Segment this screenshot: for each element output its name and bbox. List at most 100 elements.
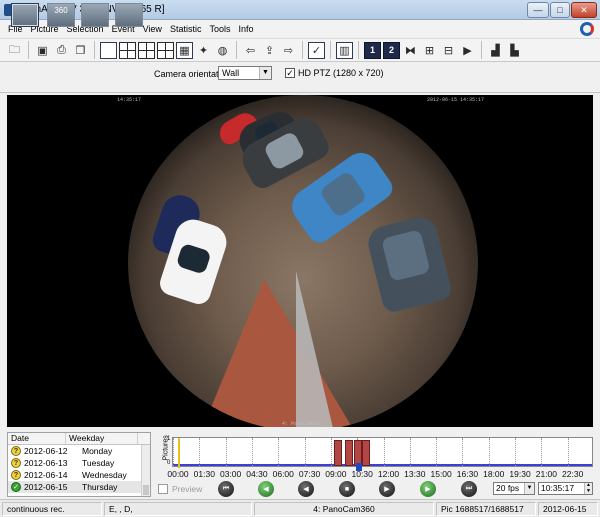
timeline-gridline [567, 438, 569, 466]
view-ptz-button[interactable] [115, 3, 143, 27]
view-panorama-button[interactable]: 360 [47, 3, 75, 27]
timeline-xtick: 10:30 [351, 469, 373, 479]
scrollbar-thumb[interactable] [143, 485, 149, 495]
menu-tools[interactable]: Tools [205, 24, 234, 34]
timeline-xtick: 07:30 [298, 469, 321, 479]
globe-icon[interactable]: ◍ [214, 42, 231, 59]
timeline-gridline [173, 438, 174, 466]
layout-16-icon[interactable] [157, 41, 174, 59]
timeline-xtick: 18:00 [483, 469, 505, 479]
hd-ptz-checkbox[interactable]: ✓ [285, 68, 295, 78]
list-item-weekday: Wednesday [82, 470, 127, 480]
timeline-xtick: 06:00 [272, 469, 294, 479]
calendar-icon[interactable]: ▦ [176, 41, 193, 59]
close-button[interactable]: ✕ [571, 2, 597, 18]
print-icon[interactable]: ⎙ [53, 42, 70, 59]
report-icon[interactable]: ✓ [308, 41, 325, 59]
histogram-icon[interactable]: ▙ [506, 42, 523, 59]
monitor-1-icon[interactable]: 1 [364, 41, 381, 59]
camera-orientation-select[interactable]: Wall ▼ [218, 66, 272, 80]
play-icon[interactable]: ▶ [379, 481, 395, 497]
status-date: 2012-06-15 [538, 502, 598, 516]
skip-back-icon[interactable]: ⏮ [218, 481, 234, 497]
column-header-date[interactable]: Date [8, 433, 66, 444]
toolbar-divider [94, 41, 95, 59]
zoom-fit-icon[interactable]: ⧓ [402, 42, 419, 59]
skip-forward-icon[interactable]: ⏭ [461, 481, 477, 497]
spinner-icon[interactable]: ▲ ▼ [584, 482, 592, 494]
timeline-gridline [199, 438, 201, 466]
toolbar-divider [358, 41, 359, 59]
timeline-gridline [541, 438, 543, 466]
list-item-date: 2012-06-15 [24, 482, 68, 492]
timeline-bar[interactable] [362, 440, 371, 466]
column-header-weekday[interactable]: Weekday [66, 433, 138, 444]
question-icon: ? [11, 458, 21, 468]
timeline-xtick: 22:30 [562, 469, 584, 479]
list-item[interactable]: ? 2012-06-14 Wednesday [8, 469, 150, 481]
folder-icon[interactable]: 🗀 [6, 42, 23, 59]
arrow-right-icon[interactable]: ⇨ [280, 42, 297, 59]
arrow-left-icon[interactable]: ⇦ [242, 42, 259, 59]
timeline-plot[interactable] [172, 437, 593, 471]
list-item-date: 2012-06-12 [24, 446, 68, 456]
date-list-scrollbar[interactable] [141, 445, 150, 496]
layout-select-icon[interactable]: ▥ [336, 41, 353, 59]
status-camera: 4: PanoCam360 [254, 502, 434, 516]
minimize-button[interactable]: — [527, 2, 549, 18]
check-icon: ✓ [11, 482, 21, 492]
layout-9-icon[interactable] [138, 41, 155, 59]
video-view[interactable]: 14:35:17 2012-06-15 14:35:17 4: PanoCam3… [7, 95, 593, 427]
car-grey [364, 213, 454, 315]
recording-timeline[interactable]: Pictures 1 0 00:00 01:30 03:00 04:30 06:00 07… [155, 433, 593, 481]
view-fisheye-button[interactable] [11, 3, 39, 27]
timeline-xtick: 16:30 [456, 469, 479, 479]
fps-select[interactable]: 20 fps ▼ [493, 482, 535, 495]
timeline-gridline [304, 438, 306, 466]
hd-ptz-label: HD PTZ (1280 x 720) [298, 68, 384, 78]
fps-value: 20 fps [496, 483, 520, 493]
timeline-baseline [173, 464, 592, 466]
stop-icon[interactable]: ■ [339, 481, 355, 497]
forward-icon[interactable]: ▶ [420, 481, 436, 497]
timeline-bar[interactable] [344, 440, 353, 466]
monitor-2-icon[interactable]: 2 [383, 41, 400, 59]
timeline-xtick: 21:00 [535, 469, 558, 479]
layout-1-icon[interactable] [100, 41, 117, 59]
list-item[interactable]: ? 2012-06-12 Monday [8, 445, 150, 457]
preview-checkbox[interactable] [158, 484, 168, 494]
pillar-shadow [296, 271, 336, 427]
rewind-icon[interactable]: ◀ [298, 481, 314, 497]
menu-info[interactable]: Info [234, 24, 257, 34]
main-toolbar: 🗀 ▣ ⎙ ❐ ▦ ✦ ◍ ⇦ ⇪ ⇨ ✓ ▥ 1 2 ⧓ ⊞ ⊟ ▶ ▟ ▙ [0, 38, 600, 62]
brand-logo-icon [580, 22, 594, 36]
chevron-down-icon: ▼ [524, 483, 534, 494]
zoom-in-icon[interactable]: ⊞ [421, 42, 438, 59]
view-quad-button[interactable] [81, 3, 109, 27]
timeline-bar[interactable] [334, 440, 343, 466]
export-icon[interactable]: ⇪ [261, 42, 278, 59]
list-item[interactable]: ? 2012-06-13 Tuesday [8, 457, 150, 469]
timeline-gridline [278, 438, 280, 466]
toolbar-divider [28, 41, 29, 59]
timeline-xtick: 15:00 [430, 469, 452, 479]
timeline-xtick: 04:30 [246, 469, 268, 479]
satellite-icon[interactable]: ✦ [195, 42, 212, 59]
maximize-button[interactable]: □ [550, 2, 570, 18]
zoom-out-icon[interactable]: ⊟ [440, 42, 457, 59]
copy-icon[interactable]: ❐ [72, 42, 89, 59]
timeline-xtick: 19:30 [509, 469, 531, 479]
status-bar: continuous rec. E, , D, 4: PanoCam360 Pi… [0, 499, 600, 517]
save-icon[interactable]: ▣ [34, 42, 51, 59]
timeline-gridline [330, 438, 332, 466]
list-item-selected[interactable]: ✓ 2012-06-15 Thursday [8, 481, 150, 493]
time-input[interactable]: 10:35:17 ▲ ▼ [538, 482, 593, 495]
play-icon[interactable]: ▶ [459, 42, 476, 59]
menu-statistic[interactable]: Statistic [166, 24, 206, 34]
step-back-icon[interactable]: ◀ [258, 481, 274, 497]
layout-4-icon[interactable] [119, 41, 136, 59]
stats-icon[interactable]: ▟ [487, 42, 504, 59]
timeline-xtick: 03:00 [219, 469, 242, 479]
camera-orientation-value: Wall [222, 68, 240, 78]
toolbar-divider [481, 41, 482, 59]
